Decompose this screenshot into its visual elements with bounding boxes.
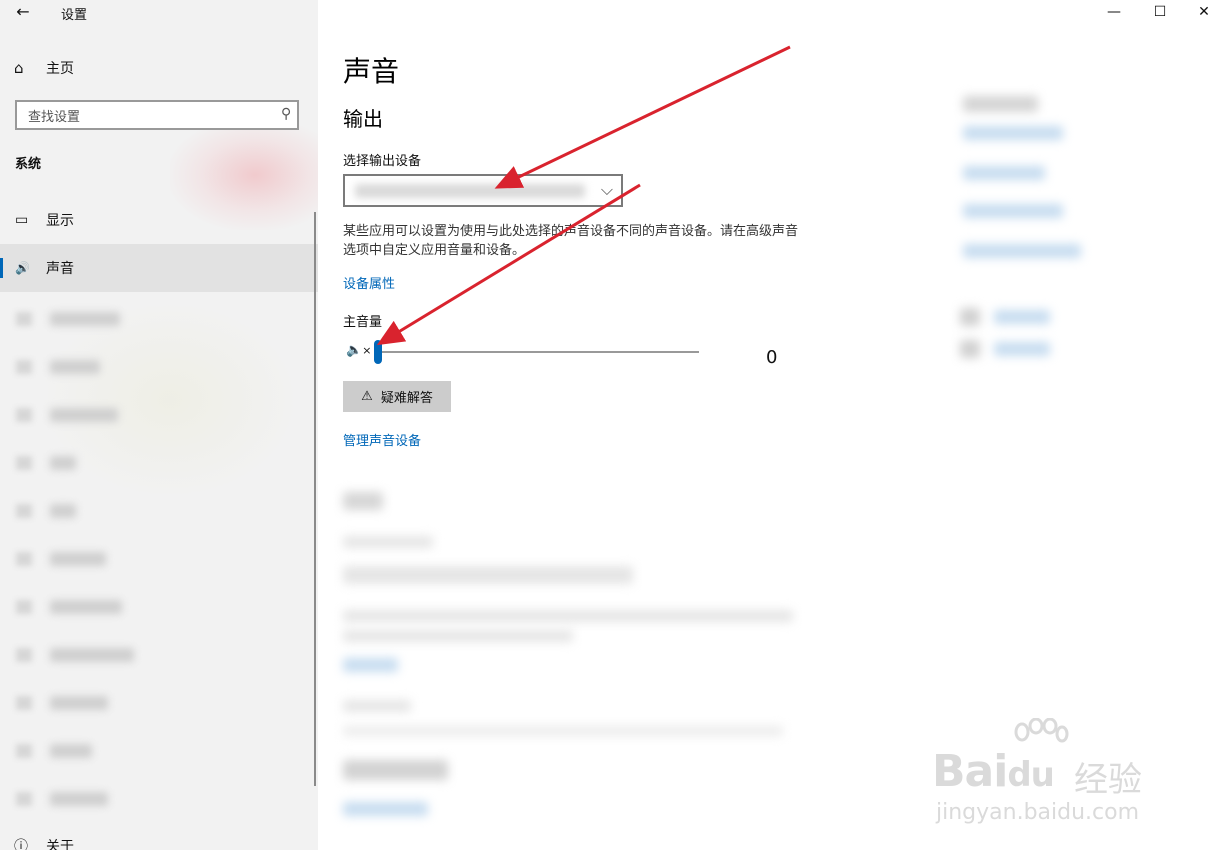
home-icon: ⌂ [14,59,24,77]
chevron-down-icon: ⌵ [600,180,613,199]
list-item[interactable] [10,300,300,340]
volume-value: 0 [766,347,778,368]
active-indicator [0,258,3,278]
device-properties-link[interactable]: 设备属性 [343,273,395,292]
list-item[interactable] [10,732,300,772]
search-box[interactable]: ⚲ [15,100,299,130]
volume-slider-thumb[interactable] [374,340,382,364]
info-icon: ⓘ [14,839,28,850]
warning-icon: ⚠ [361,389,373,404]
manage-sound-devices-link[interactable]: 管理声音设备 [343,430,421,449]
select-device-label: 选择输出设备 [343,154,422,169]
app-title: 设置 [61,8,88,23]
watermark-brand-cn: 经验 [1074,760,1142,800]
list-item[interactable] [10,588,300,628]
sidebar-item-about[interactable]: ⓘ 关于 [14,836,74,850]
sidebar-item-label: 声音 [46,261,74,277]
search-input[interactable] [26,107,270,127]
sidebar: ← 设置 ⌂ 主页 ⚲ 系统 ▭ 显示 🔊 声音 ⓘ 关于 [0,0,318,850]
list-item[interactable] [10,540,300,580]
baidu-watermark: Baidu 经验 jingyan.baidu.com [932,718,1192,838]
list-item[interactable] [10,492,300,532]
list-item[interactable] [10,348,300,388]
output-description: 某些应用可以设置为使用与此处选择的声音设备不同的声音设备。请在高级声音选项中自定… [343,224,799,258]
speaker-icon: 🔊 [15,261,30,275]
search-icon[interactable]: ⚲ [281,106,291,122]
sidebar-scrollbar[interactable] [314,212,316,786]
sidebar-item-label: 显示 [46,213,74,229]
list-item[interactable] [10,444,300,484]
sidebar-item-display[interactable]: ▭ 显示 [0,196,318,244]
watermark-url: jingyan.baidu.com [936,800,1140,825]
page-title: 声音 [343,55,400,88]
monitor-icon: ▭ [15,212,29,228]
watermark-brand: Baidu [932,746,1055,797]
list-item[interactable] [10,684,300,724]
section-label: 系统 [15,157,42,172]
sidebar-item-sound[interactable]: 🔊 声音 [0,244,318,292]
sidebar-item-label: 主页 [46,61,74,77]
volume-slider[interactable] [374,351,699,353]
output-heading: 输出 [343,107,383,131]
list-item[interactable] [10,780,300,820]
mute-icon[interactable]: 🔈× [346,343,371,358]
list-item[interactable] [10,396,300,436]
master-volume-label: 主音量 [343,315,383,330]
sidebar-item-home[interactable]: ⌂ 主页 [14,56,74,80]
troubleshoot-label: 疑难解答 [380,391,433,406]
sidebar-item-label: 关于 [46,839,74,850]
list-item[interactable] [10,636,300,676]
back-arrow-icon[interactable]: ← [8,0,38,26]
selected-device-redacted [355,184,585,198]
troubleshoot-button[interactable]: ⚠ 疑难解答 [343,381,451,412]
output-device-select[interactable]: ⌵ [343,174,623,207]
